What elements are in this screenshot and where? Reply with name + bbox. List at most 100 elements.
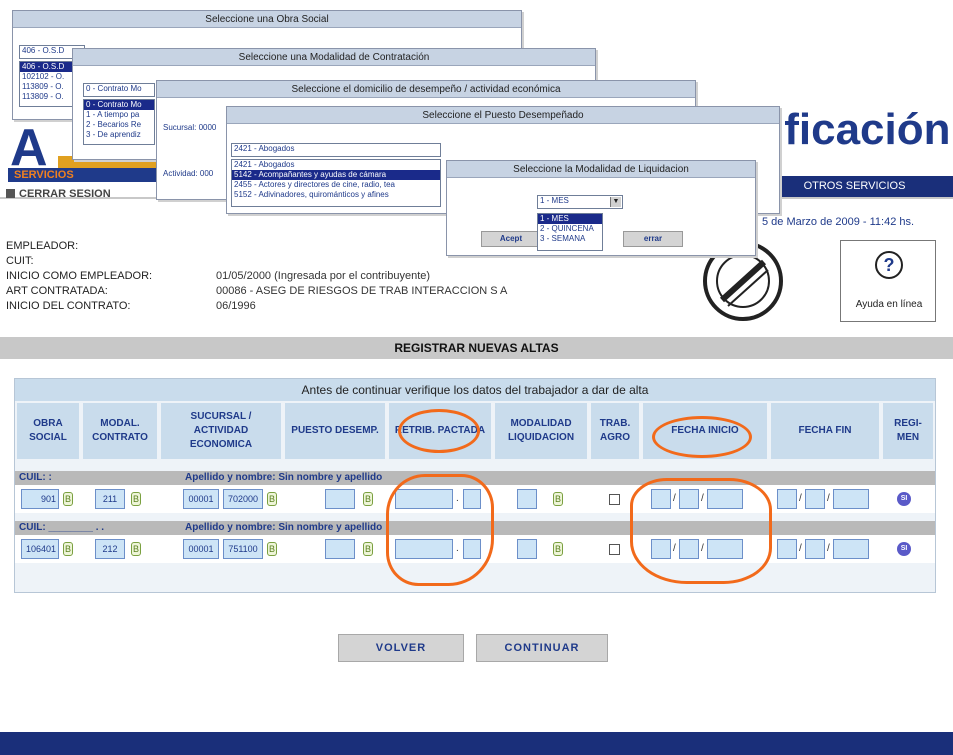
date-separator: / bbox=[827, 493, 830, 504]
date-separator: / bbox=[799, 543, 802, 554]
trab-agro-checkbox[interactable] bbox=[609, 494, 620, 505]
puesto-field[interactable] bbox=[325, 539, 355, 559]
actividad-field[interactable]: 702000 bbox=[223, 489, 263, 509]
liquidacion-list[interactable]: 1 - MES 2 - QUINCENA 3 - SEMANA bbox=[537, 213, 603, 251]
list-item[interactable]: 2455 - Actores y directores de cine, rad… bbox=[232, 180, 440, 190]
volver-button[interactable]: VOLVER bbox=[338, 634, 464, 662]
inicio-empleador-label: INICIO COMO EMPLEADOR: bbox=[6, 270, 153, 282]
logout-icon bbox=[6, 189, 15, 198]
modalidad-contratacion-select[interactable]: 0 - Contrato Mo bbox=[83, 83, 155, 97]
dialog-title: Seleccione el Puesto Desempeñado bbox=[227, 107, 779, 124]
obra-social-field[interactable]: 901 bbox=[21, 489, 59, 509]
col-trab-agro: TRAB. AGRO bbox=[591, 403, 639, 459]
modal-contrato-field[interactable]: 211 bbox=[95, 489, 125, 509]
actividad-field[interactable]: 751100 bbox=[223, 539, 263, 559]
modalidad-field[interactable] bbox=[517, 489, 537, 509]
list-item[interactable]: 2 - QUINCENA bbox=[538, 224, 602, 234]
list-item[interactable]: 1 - A tiempo pa bbox=[84, 110, 154, 120]
annotation-ring-retrib-fields bbox=[386, 474, 494, 586]
dialog-title: Seleccione una Obra Social bbox=[13, 11, 521, 28]
puesto-select[interactable]: 2421 - Abogados bbox=[231, 143, 441, 157]
list-item[interactable]: 2421 - Abogados bbox=[232, 160, 440, 170]
puesto-lookup-icon[interactable]: B bbox=[363, 542, 373, 556]
current-datetime: 5 de Marzo de 2009 - 11:42 hs. bbox=[762, 216, 915, 228]
help-online-button[interactable]: ? Ayuda en línea bbox=[840, 240, 936, 322]
fecha-fin-dia[interactable] bbox=[777, 539, 797, 559]
col-fecha-fin: FECHA FIN bbox=[771, 403, 879, 459]
worker-name: Apellido y nombre: Sin nombre y apellido bbox=[185, 522, 383, 533]
select-value: 0 - Contrato Mo bbox=[86, 84, 142, 93]
annotation-ring-fecha-header bbox=[652, 416, 752, 458]
cuit-label: CUIT: bbox=[6, 255, 34, 267]
sucursal-field[interactable]: 00001 bbox=[183, 489, 219, 509]
list-item[interactable]: 3 - De aprendiz bbox=[84, 130, 154, 140]
modal-contrato-lookup-icon[interactable]: B bbox=[131, 492, 141, 506]
inicio-empleador-value: 01/05/2000 (Ingresada por el contribuyen… bbox=[216, 270, 431, 282]
question-icon: ? bbox=[875, 251, 903, 279]
annotation-ring-fecha-fields bbox=[630, 478, 772, 584]
actividad-label: Actividad: 000 bbox=[163, 169, 214, 178]
regimen-button[interactable]: SI bbox=[897, 542, 911, 556]
modal-contrato-lookup-icon[interactable]: B bbox=[131, 542, 141, 556]
cerrar-button[interactable]: errar bbox=[623, 231, 683, 247]
dialog-title: Seleccione el domicilio de desempeño / a… bbox=[157, 81, 695, 98]
dialog-title: Seleccione la Modalidad de Liquidacion bbox=[447, 161, 755, 178]
list-item[interactable]: 5142 - Acompañantes y ayudas de cámara bbox=[232, 170, 440, 180]
sucursal-field[interactable]: 00001 bbox=[183, 539, 219, 559]
fecha-fin-anio[interactable] bbox=[833, 489, 869, 509]
obra-social-field[interactable]: 106401 bbox=[21, 539, 59, 559]
select-value: 2421 - Abogados bbox=[234, 144, 295, 153]
worker-name: Apellido y nombre: Sin nombre y apellido bbox=[185, 472, 383, 483]
sucursal-lookup-icon[interactable]: B bbox=[267, 492, 277, 506]
date-separator: / bbox=[827, 543, 830, 554]
cuil-label: CUIL: : bbox=[19, 472, 52, 483]
list-item[interactable]: 0 - Contrato Mo bbox=[84, 100, 154, 110]
fecha-fin-mes[interactable] bbox=[805, 489, 825, 509]
modal-contrato-field[interactable]: 212 bbox=[95, 539, 125, 559]
art-value: 00086 - ASEG DE RIESGOS DE TRAB INTERACC… bbox=[216, 285, 508, 297]
modalidad-lookup-icon[interactable]: B bbox=[553, 492, 563, 506]
logout-label: CERRAR SESION bbox=[19, 188, 111, 200]
col-modalidad: MODALIDAD LIQUIDACION bbox=[495, 403, 587, 459]
logout-link[interactable]: CERRAR SESION bbox=[6, 188, 111, 200]
continuar-button[interactable]: CONTINUAR bbox=[476, 634, 608, 662]
fecha-fin-dia[interactable] bbox=[777, 489, 797, 509]
modalidad-field[interactable] bbox=[517, 539, 537, 559]
date-separator: / bbox=[799, 493, 802, 504]
obra-social-lookup-icon[interactable]: B bbox=[63, 542, 73, 556]
panel-title: Antes de continuar verifique los datos d… bbox=[15, 379, 935, 401]
col-modal-contrato: MODAL. CONTRATO bbox=[83, 403, 157, 459]
list-item[interactable]: 1 - MES bbox=[538, 214, 602, 224]
list-item[interactable]: 3 - SEMANA bbox=[538, 234, 602, 244]
liquidacion-select[interactable]: 1 - MES ▼ bbox=[537, 195, 623, 209]
regimen-button[interactable]: SI bbox=[897, 492, 911, 506]
list-item[interactable]: 2 - Becarios Re bbox=[84, 120, 154, 130]
fecha-fin-mes[interactable] bbox=[805, 539, 825, 559]
puesto-field[interactable] bbox=[325, 489, 355, 509]
sucursal-label: Sucursal: 0000 bbox=[163, 123, 217, 132]
sucursal-lookup-icon[interactable]: B bbox=[267, 542, 277, 556]
otros-servicios-link[interactable]: OTROS SERVICIOS bbox=[756, 176, 953, 197]
help-label: Ayuda en línea bbox=[855, 299, 923, 310]
col-obra-social: OBRA SOCIAL bbox=[17, 403, 79, 459]
trab-agro-checkbox[interactable] bbox=[609, 544, 620, 555]
modalidad-contratacion-list[interactable]: 0 - Contrato Mo 1 - A tiempo pa 2 - Beca… bbox=[83, 99, 155, 145]
obra-social-lookup-icon[interactable]: B bbox=[63, 492, 73, 506]
footer-bar bbox=[0, 732, 953, 755]
list-item[interactable]: 5152 - Adivinadores, quirománticos y afi… bbox=[232, 190, 440, 200]
section-title: REGISTRAR NUEVAS ALTAS bbox=[0, 337, 953, 359]
page-title: ificación bbox=[772, 105, 951, 154]
aceptar-button[interactable]: Acept bbox=[481, 231, 541, 247]
inicio-contrato-value: 06/1996 bbox=[216, 300, 256, 312]
employer-label: EMPLEADOR: bbox=[6, 240, 79, 252]
chevron-down-icon[interactable]: ▼ bbox=[610, 197, 621, 207]
puesto-lookup-icon[interactable]: B bbox=[363, 492, 373, 506]
col-sucursal: SUCURSAL / ACTIVIDAD ECONOMICA bbox=[161, 403, 281, 459]
liquidacion-dialog: Seleccione la Modalidad de Liquidacion 1… bbox=[446, 160, 756, 256]
cuil-label: CUIL: ________ . . bbox=[19, 522, 105, 533]
inicio-contrato-label: INICIO DEL CONTRATO: bbox=[6, 300, 131, 312]
puesto-list[interactable]: 2421 - Abogados 5142 - Acompañantes y ay… bbox=[231, 159, 441, 207]
modalidad-lookup-icon[interactable]: B bbox=[553, 542, 563, 556]
col-puesto: PUESTO DESEMP. bbox=[285, 403, 385, 459]
fecha-fin-anio[interactable] bbox=[833, 539, 869, 559]
